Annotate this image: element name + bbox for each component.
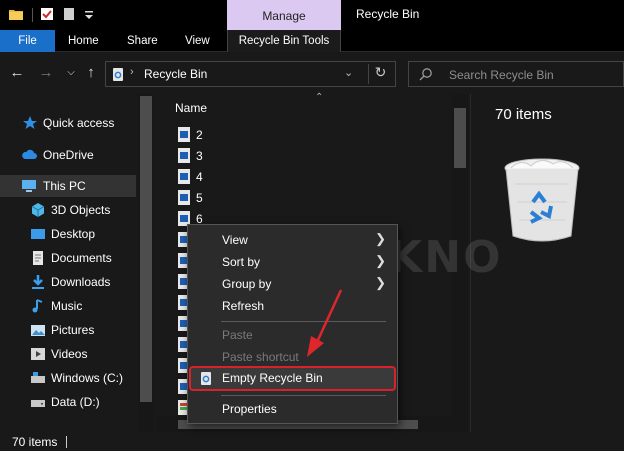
chevron-right-icon: ❯: [375, 275, 386, 290]
back-arrow-icon[interactable]: ←: [8, 64, 26, 82]
star-icon: [23, 116, 37, 129]
menu-item-sort-by[interactable]: Sort by ❯: [189, 251, 396, 273]
recent-locations-chevron-icon[interactable]: ⌵: [62, 64, 80, 82]
drive-icon: [31, 400, 45, 407]
search-placeholder: Search Recycle Bin: [449, 68, 554, 82]
downloads-icon: [32, 275, 44, 289]
drive-icon: [31, 372, 45, 383]
sidebar-item-windows-c[interactable]: Windows (C:): [0, 367, 136, 389]
menu-item-empty-recycle-bin[interactable]: Empty Recycle Bin: [189, 366, 396, 391]
folder-icon[interactable]: [8, 6, 24, 22]
chevron-right-icon: ❯: [375, 253, 386, 268]
address-path: Recycle Bin: [144, 67, 208, 81]
menu-item-group-by[interactable]: Group by ❯: [189, 273, 396, 295]
sidebar-item-videos[interactable]: Videos: [0, 343, 136, 365]
sidebar-item-3d-objects[interactable]: 3D Objects: [0, 199, 136, 221]
file-icon: [178, 127, 190, 142]
tab-home[interactable]: Home: [68, 30, 99, 52]
menu-item-view[interactable]: View ❯: [189, 229, 396, 251]
tab-view[interactable]: View: [185, 30, 210, 52]
documents-icon: [33, 251, 43, 265]
sidebar-item-data-d[interactable]: Data (D:): [0, 391, 136, 413]
preview-item-count: 70 items: [495, 106, 552, 123]
forward-arrow-icon[interactable]: →: [37, 64, 55, 82]
chevron-right-icon: ❯: [375, 231, 386, 246]
nav-scrollbar-thumb[interactable]: [140, 96, 152, 402]
menu-item-refresh[interactable]: Refresh: [189, 295, 396, 317]
menu-item-paste[interactable]: Paste: [189, 324, 396, 346]
sort-ascending-icon: ⌃: [315, 92, 324, 103]
nav-scrollbar[interactable]: [138, 94, 154, 432]
tab-share[interactable]: Share: [127, 30, 158, 52]
menu-separator: [221, 321, 386, 322]
sidebar-item-quick-access[interactable]: Quick access: [0, 112, 136, 134]
sidebar-item-onedrive[interactable]: OneDrive: [0, 144, 136, 166]
context-menu: View ❯ Sort by ❯ Group by ❯ Refresh Past…: [187, 224, 398, 424]
chevron-right-icon[interactable]: ›: [130, 66, 134, 78]
sidebar-item-this-pc[interactable]: This PC: [0, 175, 136, 197]
file-icon: [178, 148, 190, 163]
menu-separator: [221, 395, 386, 396]
up-arrow-icon[interactable]: ↑: [82, 64, 100, 82]
status-separator: [66, 436, 67, 448]
sidebar-item-desktop[interactable]: Desktop: [0, 223, 136, 245]
tab-manage[interactable]: Manage: [227, 0, 341, 30]
videos-icon: [31, 348, 45, 360]
tab-recycle-bin-tools[interactable]: Recycle Bin Tools: [227, 30, 341, 52]
menu-item-properties[interactable]: Properties: [189, 398, 396, 420]
menu-item-paste-shortcut[interactable]: Paste shortcut: [189, 346, 396, 368]
sidebar-item-music[interactable]: Music: [0, 295, 136, 317]
sidebar-item-downloads[interactable]: Downloads: [0, 271, 136, 293]
properties-check-icon[interactable]: [39, 6, 55, 22]
window-title: Recycle Bin: [356, 7, 420, 21]
title-bar: Manage Recycle Bin: [0, 0, 624, 30]
quick-access-separator: [32, 8, 33, 22]
list-scrollbar-thumb[interactable]: [454, 108, 466, 168]
desktop-icon: [31, 229, 45, 239]
navigation-pane: Quick access OneDrive This PC 3D Objects…: [0, 94, 155, 432]
customize-toolbar-icon[interactable]: [81, 6, 97, 22]
status-item-count: 70 items: [12, 435, 58, 449]
tab-file[interactable]: File: [0, 30, 55, 52]
cloud-icon: [22, 149, 37, 159]
pictures-icon: [31, 325, 45, 336]
ribbon: File Home Share View Recycle Bin Tools: [0, 30, 624, 52]
sidebar-item-pictures[interactable]: Pictures: [0, 319, 136, 341]
chevron-down-icon[interactable]: ⌄: [344, 66, 353, 79]
file-icon: [178, 190, 190, 205]
computer-icon: [22, 180, 36, 192]
cube-icon: [31, 203, 45, 217]
refresh-icon[interactable]: ↻: [368, 64, 392, 84]
new-folder-icon[interactable]: [61, 6, 77, 22]
navigation-row: ← → ⌵ ↑ › Recycle Bin ⌄ ↻ Search Recycle…: [0, 52, 624, 94]
search-box[interactable]: Search Recycle Bin: [408, 61, 624, 87]
address-bar[interactable]: › Recycle Bin ⌄ ↻: [105, 61, 396, 87]
recycle-bin-icon: [201, 372, 211, 385]
status-bar: 70 items: [0, 432, 624, 451]
music-icon: [32, 299, 43, 313]
recycle-bin-icon: [504, 158, 580, 242]
search-icon: [419, 68, 432, 81]
column-header-name[interactable]: Name: [175, 101, 207, 115]
recycle-bin-icon: [113, 68, 123, 81]
sidebar-item-documents[interactable]: Documents: [0, 247, 136, 269]
file-icon: [178, 169, 190, 184]
